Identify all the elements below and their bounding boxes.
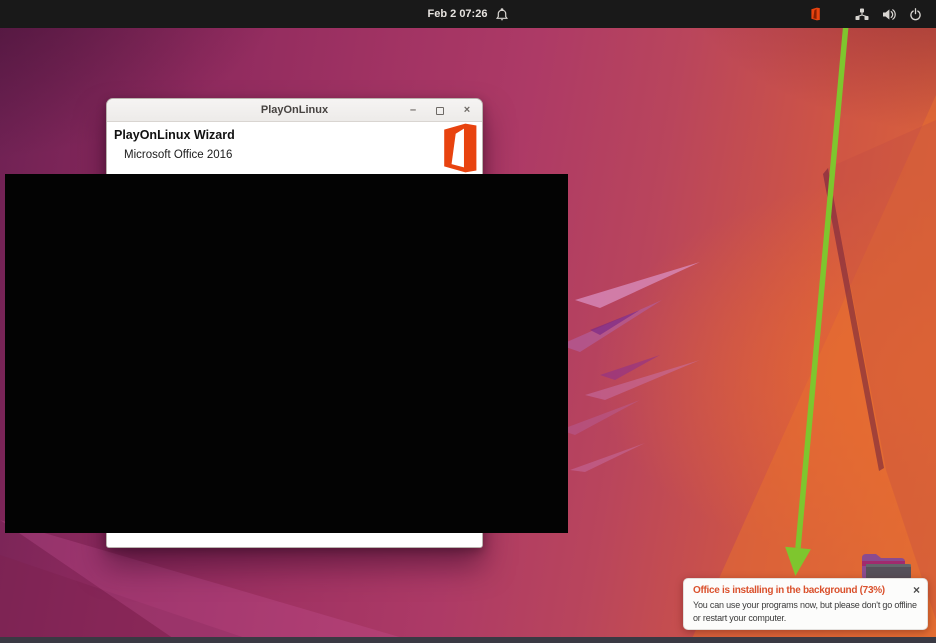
notification-bell-icon [496,7,509,20]
wizard-heading: PlayOnLinux Wizard [114,128,235,142]
folder-icon[interactable] [858,550,914,580]
maximize-icon [436,106,444,115]
screen-bottom-edge [0,637,936,643]
desktop: Feb 2 07:26 PlayOnLinux – × PlayOnLinux … [0,0,936,643]
wizard-subheading: Microsoft Office 2016 [124,149,233,161]
notification-close-icon[interactable]: × [913,583,920,597]
top-bar: Feb 2 07:26 [0,0,936,28]
minimize-button[interactable]: – [406,104,420,118]
close-button[interactable]: × [460,104,474,118]
volume-icon[interactable] [882,8,896,21]
clock-label: Feb 2 07:26 [427,8,488,20]
window-titlebar[interactable]: PlayOnLinux – × [107,99,482,122]
window-controls: – × [406,99,474,122]
office-indicator-icon[interactable] [809,7,821,21]
notification-title: Office is installing in the background (… [693,585,885,596]
notification-popup[interactable]: Office is installing in the background (… [683,578,928,630]
maximize-button[interactable] [433,104,447,118]
office-logo [444,123,477,173]
power-icon[interactable] [909,7,922,21]
window-title: PlayOnLinux [260,104,329,116]
system-tray [809,0,922,28]
redacted-black-region [5,174,568,533]
network-icon[interactable] [855,8,869,21]
notification-body: You can use your programs now, but pleas… [693,600,917,624]
clock-menu[interactable]: Feb 2 07:26 [420,6,517,23]
